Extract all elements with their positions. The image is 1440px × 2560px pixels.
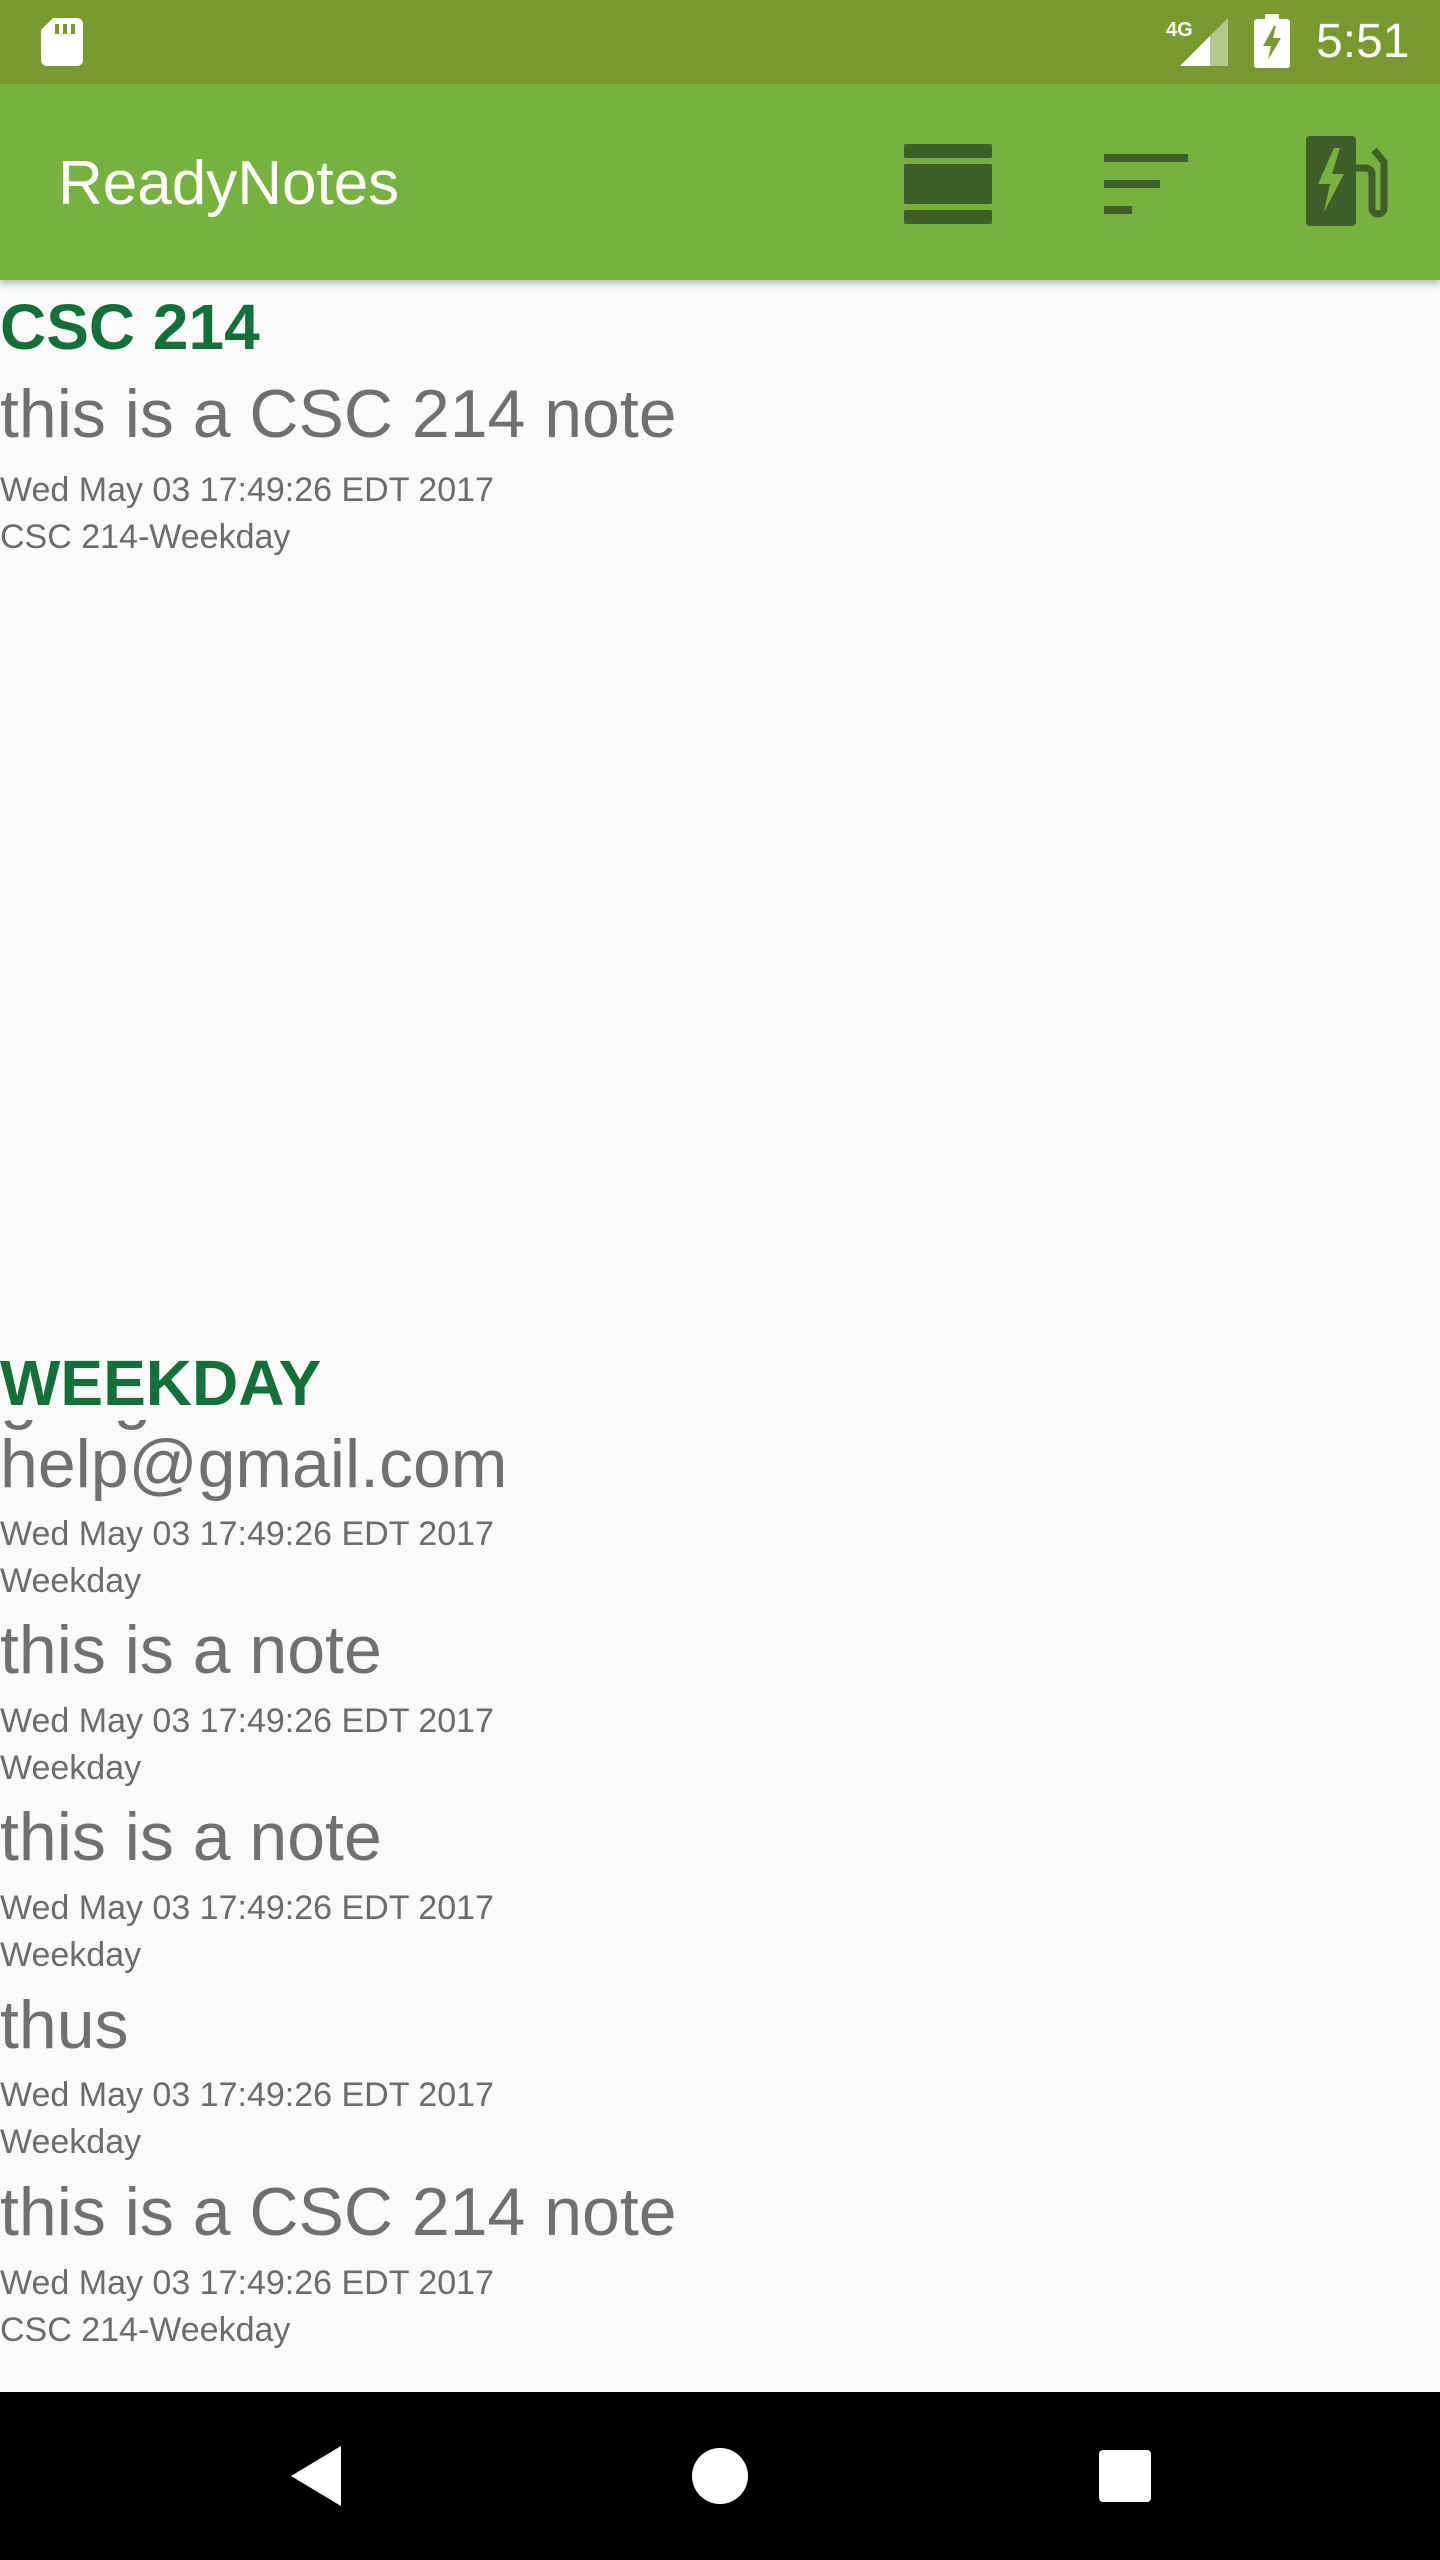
section-header-csc214: CSC 214 <box>0 291 260 363</box>
section-header-weekday: WEEKDAY <box>0 1346 322 1420</box>
note-date: Wed May 03 17:49:26 EDT 2017 <box>0 2076 494 2114</box>
note-category: CSC 214-Weekday <box>0 2311 291 2349</box>
ev-station-icon <box>1306 136 1388 226</box>
note-category: Weekday <box>0 1936 142 1974</box>
navigation-bar <box>0 2392 1440 2560</box>
battery-charging-icon <box>1254 14 1290 68</box>
sort-icon <box>1104 154 1188 214</box>
network-type-label: 4G <box>1166 19 1193 41</box>
sd-card-icon <box>41 18 83 66</box>
note-body: this is a note <box>0 1612 382 1688</box>
view-agenda-icon <box>904 144 992 224</box>
recents-button[interactable] <box>1075 2426 1175 2526</box>
note-body: this is a CSC 214 note <box>0 376 677 452</box>
signal-4g-icon: 4G <box>1166 18 1228 66</box>
status-clock: 5:51 <box>1316 15 1410 68</box>
note-date: Wed May 03 17:49:26 EDT 2017 <box>0 471 494 509</box>
recents-icon <box>1099 2450 1151 2502</box>
notes-list[interactable]: CSC 214 this is a CSC 214 note Wed May 0… <box>0 280 1440 2392</box>
note-body-line: help@gmail.com <box>0 1426 508 1502</box>
note-body: thus <box>0 1987 129 2063</box>
app-bar: ReadyNotes <box>0 84 1440 280</box>
note-body: this is a note <box>0 1799 382 1875</box>
note-category: Weekday <box>0 1749 142 1787</box>
weekday-notes-clip: google.com help@gmail.com Wed May 03 17:… <box>0 1420 1440 2392</box>
home-button[interactable] <box>670 2426 770 2526</box>
back-icon <box>291 2446 341 2506</box>
charge-station-button[interactable] <box>1290 128 1400 238</box>
status-bar: 4G 5:51 <box>0 0 1440 84</box>
back-button[interactable] <box>265 2426 365 2526</box>
app-title: ReadyNotes <box>58 149 400 218</box>
note-category: Weekday <box>0 2123 142 2161</box>
note-category: Weekday <box>0 1562 142 1600</box>
note-category: CSC 214-Weekday <box>0 518 291 556</box>
note-date: Wed May 03 17:49:26 EDT 2017 <box>0 1889 494 1927</box>
note-date: Wed May 03 17:49:26 EDT 2017 <box>0 1702 494 1740</box>
note-date: Wed May 03 17:49:26 EDT 2017 <box>0 1515 494 1553</box>
note-date: Wed May 03 17:49:26 EDT 2017 <box>0 2264 494 2302</box>
home-icon <box>692 2448 748 2504</box>
sort-button[interactable] <box>1090 128 1200 238</box>
view-mode-button[interactable] <box>892 128 1002 238</box>
note-body: this is a CSC 214 note <box>0 2174 677 2250</box>
